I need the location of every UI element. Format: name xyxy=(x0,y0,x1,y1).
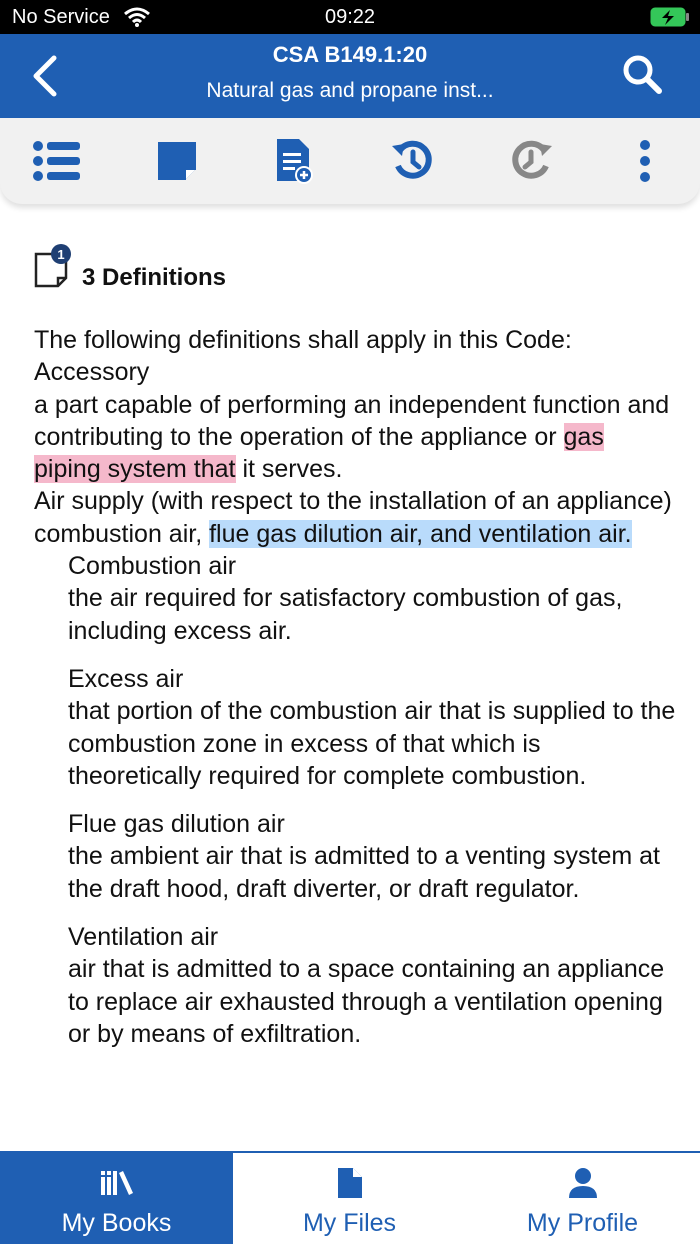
person-icon xyxy=(568,1168,597,1198)
term-air-supply: Air supply (with respect to the installa… xyxy=(34,487,672,516)
list-icon xyxy=(33,141,80,181)
add-document-icon xyxy=(277,139,313,184)
sub-definition: that portion of the combustion air that … xyxy=(68,697,676,790)
nav-my-books[interactable]: My Books xyxy=(0,1153,233,1244)
sub-term: Combustion air xyxy=(68,552,237,581)
history-forward-button[interactable] xyxy=(504,134,558,188)
file-icon xyxy=(337,1168,362,1198)
document-content: 1 3 Definitions The following definition… xyxy=(34,230,676,1066)
books-icon xyxy=(100,1171,133,1195)
blue-highlight[interactable]: flue gas dilution air, and ventilation a… xyxy=(209,519,632,548)
battery-charging-icon xyxy=(650,7,689,27)
bottom-nav: My Books My Files My Profile xyxy=(0,1151,700,1244)
toc-button[interactable] xyxy=(30,134,84,188)
intro-text: The following definitions shall apply in… xyxy=(34,326,572,354)
section-header: 1 3 Definitions xyxy=(34,230,676,300)
status-bar: No Service 09:22 xyxy=(0,0,700,34)
notes-button[interactable] xyxy=(150,134,204,188)
chevron-left-icon[interactable] xyxy=(28,54,64,98)
sub-term: Flue gas dilution air xyxy=(68,810,285,839)
definition-text: it serves. xyxy=(235,455,343,484)
sub-definition: air that is admitted to a space containi… xyxy=(68,955,665,1048)
sub-term: Excess air xyxy=(68,664,184,693)
sub-definitions: Combustion air the air required for sati… xyxy=(68,550,676,1050)
nav-my-profile[interactable]: My Profile xyxy=(466,1153,699,1244)
nav-label: My Books xyxy=(61,1209,172,1237)
term-accessory: Accessory xyxy=(34,358,150,387)
sub-definition: the air required for satisfactory combus… xyxy=(68,584,623,645)
sub-entry: Combustion air the air required for sati… xyxy=(68,550,676,647)
clock: 09:22 xyxy=(324,6,376,28)
history-back-icon xyxy=(392,140,432,179)
definition-air-supply: combustion air, flue gas dilution air, a… xyxy=(34,518,676,550)
more-button[interactable] xyxy=(618,134,672,188)
history-forward-icon xyxy=(512,140,552,179)
search-icon[interactable] xyxy=(620,52,664,96)
document-toolbar xyxy=(0,118,700,204)
sub-definition: the ambient air that is admitted to a ve… xyxy=(68,842,660,903)
section-title: 3 Definitions xyxy=(82,264,227,291)
definition-text: combustion air, xyxy=(34,519,210,548)
note-count-icon[interactable]: 1 xyxy=(34,244,74,288)
sub-term: Ventilation air xyxy=(68,923,219,952)
history-back-button[interactable] xyxy=(386,134,440,188)
app-header: CSA B149.1:20 Natural gas and propane in… xyxy=(0,34,700,118)
document-title: CSA B149.1:20 xyxy=(272,42,428,67)
sub-entry: Flue gas dilution air the ambient air th… xyxy=(68,808,676,905)
nav-label: My Files xyxy=(302,1209,397,1237)
definitions-body: The following definitions shall apply in… xyxy=(34,324,676,1050)
more-vertical-icon xyxy=(640,140,650,182)
add-document-button[interactable] xyxy=(268,134,322,188)
note-count: 1 xyxy=(57,247,64,262)
sub-entry: Excess air that portion of the combustio… xyxy=(68,663,676,792)
nav-my-files[interactable]: My Files xyxy=(233,1153,466,1244)
nav-label: My Profile xyxy=(526,1209,639,1237)
sub-entry: Ventilation air air that is admitted to … xyxy=(68,921,676,1050)
document-subtitle: Natural gas and propane inst... xyxy=(206,79,494,102)
note-icon xyxy=(158,142,196,180)
definition-accessory: a part capable of performing an independ… xyxy=(34,389,676,486)
